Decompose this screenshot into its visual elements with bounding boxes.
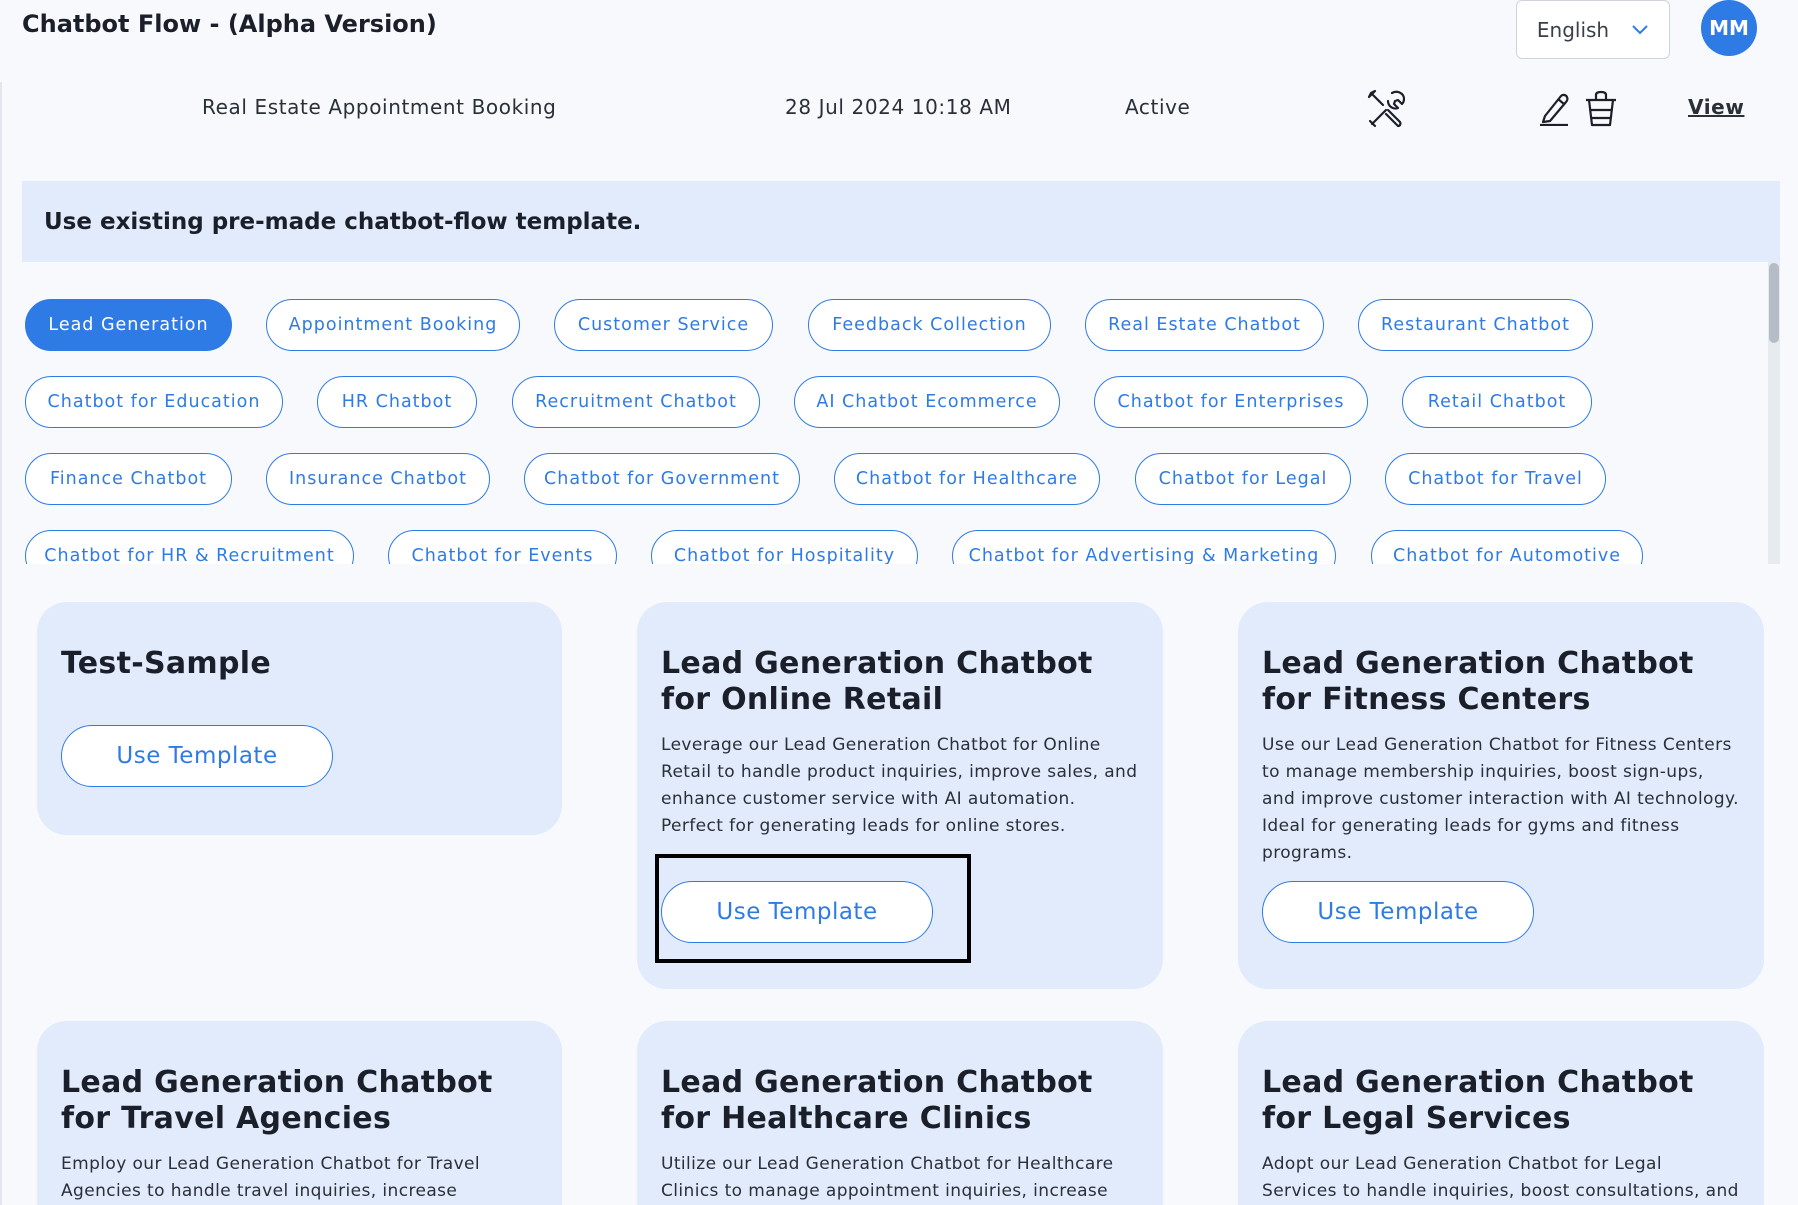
template-banner: Use existing pre-made chatbot-flow templ… [22, 181, 1780, 262]
template-card-title: Test-Sample [61, 646, 271, 681]
template-card-title: Lead Generation Chatbot for Legal Servic… [1262, 1065, 1694, 1136]
chevron-down-icon [1632, 24, 1648, 34]
template-card-description: Adopt our Lead Generation Chatbot for Le… [1262, 1154, 1739, 1201]
chip-chatbot-for-advertising-marketing[interactable]: Chatbot for Advertising & Marketing [952, 530, 1336, 564]
flow-row: Real Estate Appointment Booking 28 Jul 2… [0, 82, 1798, 138]
category-chips: Lead Generation Appointment Booking Cust… [0, 262, 1798, 564]
banner-text: Use existing pre-made chatbot-flow templ… [44, 208, 642, 235]
chip-hr-chatbot[interactable]: HR Chatbot [317, 376, 477, 428]
chip-lead-generation[interactable]: Lead Generation [25, 299, 232, 351]
chip-real-estate-chatbot[interactable]: Real Estate Chatbot [1085, 299, 1324, 351]
template-card-title: Lead Generation Chatbot for Healthcare C… [661, 1065, 1093, 1136]
chip-restaurant-chatbot[interactable]: Restaurant Chatbot [1358, 299, 1593, 351]
template-card-description: Use our Lead Generation Chatbot for Fitn… [1262, 735, 1739, 863]
page-title: Chatbot Flow - (Alpha Version) [22, 10, 437, 38]
chip-chatbot-for-travel[interactable]: Chatbot for Travel [1385, 453, 1606, 505]
flow-status: Active [1125, 95, 1191, 119]
flow-date: 28 Jul 2024 10:18 AM [785, 95, 1012, 119]
template-card: Lead Generation Chatbot for Healthcare C… [637, 1021, 1163, 1205]
template-card-description: Utilize our Lead Generation Chatbot for … [661, 1154, 1114, 1201]
chip-chatbot-for-government[interactable]: Chatbot for Government [524, 453, 800, 505]
template-card-description: Employ our Lead Generation Chatbot for T… [61, 1154, 481, 1201]
chip-ai-chatbot-ecommerce[interactable]: AI Chatbot Ecommerce [794, 376, 1060, 428]
chip-appointment-booking[interactable]: Appointment Booking [266, 299, 520, 351]
language-select-value: English [1536, 17, 1610, 42]
chip-chatbot-for-healthcare[interactable]: Chatbot for Healthcare [834, 453, 1100, 505]
template-card: Lead Generation Chatbot for Travel Agenc… [37, 1021, 562, 1205]
tools-icon[interactable] [1366, 88, 1408, 130]
chip-retail-chatbot[interactable]: Retail Chatbot [1402, 376, 1592, 428]
template-card-description: Leverage our Lead Generation Chatbot for… [661, 735, 1138, 836]
chip-feedback-collection[interactable]: Feedback Collection [808, 299, 1051, 351]
template-card: Lead Generation Chatbot for Legal Servic… [1238, 1021, 1764, 1205]
template-card-title: Lead Generation Chatbot for Travel Agenc… [61, 1065, 493, 1136]
chip-chatbot-for-hospitality[interactable]: Chatbot for Hospitality [651, 530, 918, 564]
chip-chatbot-for-hr-recruitment[interactable]: Chatbot for HR & Recruitment [25, 530, 354, 564]
delete-icon[interactable] [1583, 88, 1619, 128]
selection-highlight [655, 854, 971, 963]
template-card: Lead Generation Chatbot for Fitness Cent… [1238, 602, 1764, 989]
chip-chatbot-for-education[interactable]: Chatbot for Education [25, 376, 283, 428]
language-select[interactable]: English [1516, 0, 1670, 59]
chip-customer-service[interactable]: Customer Service [554, 299, 773, 351]
use-template-button[interactable]: Use Template [1262, 881, 1534, 943]
chip-chatbot-for-events[interactable]: Chatbot for Events [388, 530, 617, 564]
chip-recruitment-chatbot[interactable]: Recruitment Chatbot [512, 376, 760, 428]
chip-chatbot-for-enterprises[interactable]: Chatbot for Enterprises [1094, 376, 1368, 428]
template-card-title: Lead Generation Chatbot for Fitness Cent… [1262, 646, 1694, 717]
view-link[interactable]: View [1688, 95, 1744, 119]
avatar[interactable]: MM [1701, 0, 1757, 56]
edit-icon[interactable] [1537, 90, 1571, 126]
left-divider [0, 82, 2, 1205]
template-card-title: Lead Generation Chatbot for Online Retai… [661, 646, 1093, 717]
chip-chatbot-for-legal[interactable]: Chatbot for Legal [1135, 453, 1351, 505]
template-card: Test-Sample Use Template [37, 602, 562, 835]
chip-chatbot-for-automotive[interactable]: Chatbot for Automotive [1371, 530, 1643, 564]
chip-insurance-chatbot[interactable]: Insurance Chatbot [266, 453, 490, 505]
chip-finance-chatbot[interactable]: Finance Chatbot [25, 453, 232, 505]
chips-scrollbar-thumb[interactable] [1769, 263, 1779, 343]
flow-name: Real Estate Appointment Booking [202, 95, 557, 119]
use-template-button[interactable]: Use Template [61, 725, 333, 787]
